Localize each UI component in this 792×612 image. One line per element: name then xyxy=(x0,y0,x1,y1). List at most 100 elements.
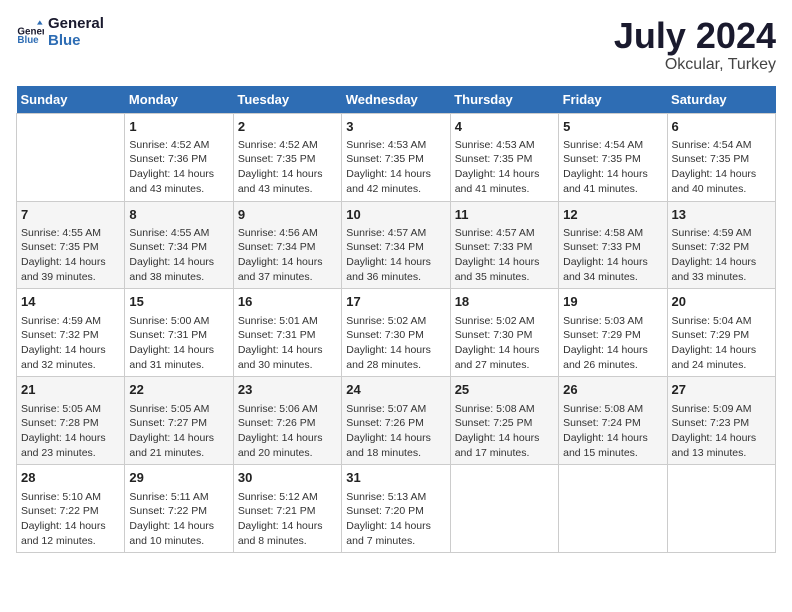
day-info: Sunrise: 5:07 AM Sunset: 7:26 PM Dayligh… xyxy=(346,402,445,461)
day-info: Sunrise: 5:08 AM Sunset: 7:25 PM Dayligh… xyxy=(455,402,554,461)
day-cell xyxy=(667,465,775,553)
day-number: 24 xyxy=(346,381,445,399)
day-cell: 17 Sunrise: 5:02 AM Sunset: 7:30 PM Dayli… xyxy=(342,289,450,377)
day-number: 27 xyxy=(672,381,771,399)
day-header-monday: Monday xyxy=(125,86,233,114)
day-cell: 13 Sunrise: 4:59 AM Sunset: 7:32 PM Dayli… xyxy=(667,201,775,289)
day-cell: 12 Sunrise: 4:58 AM Sunset: 7:33 PM Dayli… xyxy=(559,201,667,289)
header: General Blue General Blue July 2024 Okcu… xyxy=(16,16,776,74)
day-info: Sunrise: 4:52 AM Sunset: 7:35 PM Dayligh… xyxy=(238,138,337,197)
day-header-wednesday: Wednesday xyxy=(342,86,450,114)
day-cell: 4Sunrise: 4:53 AM Sunset: 7:35 PM Daylig… xyxy=(450,113,558,201)
day-number: 9 xyxy=(238,206,337,224)
day-info: Sunrise: 4:53 AM Sunset: 7:35 PM Dayligh… xyxy=(346,138,445,197)
week-row-4: 21 Sunrise: 5:05 AM Sunset: 7:28 PM Dayli… xyxy=(17,377,776,465)
day-number: 13 xyxy=(672,206,771,224)
day-header-thursday: Thursday xyxy=(450,86,558,114)
day-number: 18 xyxy=(455,293,554,311)
day-cell: 5Sunrise: 4:54 AM Sunset: 7:35 PM Daylig… xyxy=(559,113,667,201)
day-cell: 29Sunrise: 5:11 AM Sunset: 7:22 PM Dayli… xyxy=(125,465,233,553)
day-cell: 31Sunrise: 5:13 AM Sunset: 7:20 PM Dayli… xyxy=(342,465,450,553)
day-cell xyxy=(450,465,558,553)
day-info: Sunrise: 4:57 AM Sunset: 7:34 PM Dayligh… xyxy=(346,226,445,285)
day-cell: 25Sunrise: 5:08 AM Sunset: 7:25 PM Dayli… xyxy=(450,377,558,465)
day-cell: 23 Sunrise: 5:06 AM Sunset: 7:26 PM Dayli… xyxy=(233,377,341,465)
day-info: Sunrise: 5:02 AM Sunset: 7:30 PM Dayligh… xyxy=(346,314,445,373)
day-number: 16 xyxy=(238,293,337,311)
day-number: 11 xyxy=(455,206,554,224)
day-info: Sunrise: 5:05 AM Sunset: 7:28 PM Dayligh… xyxy=(21,402,120,461)
day-number: 2 xyxy=(238,118,337,136)
day-number: 31 xyxy=(346,469,445,487)
day-cell: 3 Sunrise: 4:53 AM Sunset: 7:35 PM Daylig… xyxy=(342,113,450,201)
day-info: Sunrise: 4:53 AM Sunset: 7:35 PM Dayligh… xyxy=(455,138,554,197)
day-info: Sunrise: 4:59 AM Sunset: 7:32 PM Dayligh… xyxy=(672,226,771,285)
day-cell: 27 Sunrise: 5:09 AM Sunset: 7:23 PM Dayli… xyxy=(667,377,775,465)
week-row-2: 7 Sunrise: 4:55 AM Sunset: 7:35 PM Daylig… xyxy=(17,201,776,289)
day-number: 14 xyxy=(21,293,120,311)
day-info: Sunrise: 5:10 AM Sunset: 7:22 PM Dayligh… xyxy=(21,490,120,549)
day-header-saturday: Saturday xyxy=(667,86,775,114)
day-number: 23 xyxy=(238,381,337,399)
calendar-table: SundayMondayTuesdayWednesdayThursdayFrid… xyxy=(16,86,776,554)
day-info: Sunrise: 5:05 AM Sunset: 7:27 PM Dayligh… xyxy=(129,402,228,461)
day-cell: 14 Sunrise: 4:59 AM Sunset: 7:32 PM Dayli… xyxy=(17,289,125,377)
day-info: Sunrise: 5:04 AM Sunset: 7:29 PM Dayligh… xyxy=(672,314,771,373)
day-number: 17 xyxy=(346,293,445,311)
day-info: Sunrise: 5:06 AM Sunset: 7:26 PM Dayligh… xyxy=(238,402,337,461)
day-info: Sunrise: 4:54 AM Sunset: 7:35 PM Dayligh… xyxy=(672,138,771,197)
title-area: July 2024 Okcular, Turkey xyxy=(614,16,776,74)
day-info: Sunrise: 4:58 AM Sunset: 7:33 PM Dayligh… xyxy=(563,226,662,285)
day-number: 10 xyxy=(346,206,445,224)
day-info: Sunrise: 5:01 AM Sunset: 7:31 PM Dayligh… xyxy=(238,314,337,373)
day-info: Sunrise: 4:55 AM Sunset: 7:34 PM Dayligh… xyxy=(129,226,228,285)
day-info: Sunrise: 4:55 AM Sunset: 7:35 PM Dayligh… xyxy=(21,226,120,285)
day-info: Sunrise: 5:00 AM Sunset: 7:31 PM Dayligh… xyxy=(129,314,228,373)
day-number: 7 xyxy=(21,206,120,224)
day-number: 21 xyxy=(21,381,120,399)
day-info: Sunrise: 5:11 AM Sunset: 7:22 PM Dayligh… xyxy=(129,490,228,549)
day-info: Sunrise: 5:08 AM Sunset: 7:24 PM Dayligh… xyxy=(563,402,662,461)
day-cell: 6 Sunrise: 4:54 AM Sunset: 7:35 PM Daylig… xyxy=(667,113,775,201)
day-info: Sunrise: 5:12 AM Sunset: 7:21 PM Dayligh… xyxy=(238,490,337,549)
logo-icon: General Blue xyxy=(16,19,44,47)
calendar-body: 1Sunrise: 4:52 AM Sunset: 7:36 PM Daylig… xyxy=(17,113,776,553)
day-number: 15 xyxy=(129,293,228,311)
calendar-header-row: SundayMondayTuesdayWednesdayThursdayFrid… xyxy=(17,86,776,114)
day-info: Sunrise: 4:52 AM Sunset: 7:36 PM Dayligh… xyxy=(129,138,228,197)
day-number: 20 xyxy=(672,293,771,311)
day-info: Sunrise: 5:03 AM Sunset: 7:29 PM Dayligh… xyxy=(563,314,662,373)
day-number: 26 xyxy=(563,381,662,399)
day-cell: 21 Sunrise: 5:05 AM Sunset: 7:28 PM Dayli… xyxy=(17,377,125,465)
day-cell: 22 Sunrise: 5:05 AM Sunset: 7:27 PM Dayli… xyxy=(125,377,233,465)
day-header-tuesday: Tuesday xyxy=(233,86,341,114)
day-info: Sunrise: 4:59 AM Sunset: 7:32 PM Dayligh… xyxy=(21,314,120,373)
day-header-sunday: Sunday xyxy=(17,86,125,114)
week-row-1: 1Sunrise: 4:52 AM Sunset: 7:36 PM Daylig… xyxy=(17,113,776,201)
day-cell: 7 Sunrise: 4:55 AM Sunset: 7:35 PM Daylig… xyxy=(17,201,125,289)
week-row-3: 14 Sunrise: 4:59 AM Sunset: 7:32 PM Dayli… xyxy=(17,289,776,377)
day-cell: 28 Sunrise: 5:10 AM Sunset: 7:22 PM Dayli… xyxy=(17,465,125,553)
day-number: 12 xyxy=(563,206,662,224)
day-cell xyxy=(559,465,667,553)
day-number: 19 xyxy=(563,293,662,311)
day-info: Sunrise: 5:02 AM Sunset: 7:30 PM Dayligh… xyxy=(455,314,554,373)
day-cell: 1Sunrise: 4:52 AM Sunset: 7:36 PM Daylig… xyxy=(125,113,233,201)
day-number: 28 xyxy=(21,469,120,487)
day-cell: 20 Sunrise: 5:04 AM Sunset: 7:29 PM Dayli… xyxy=(667,289,775,377)
day-cell: 15 Sunrise: 5:00 AM Sunset: 7:31 PM Dayli… xyxy=(125,289,233,377)
logo: General Blue General Blue xyxy=(16,16,104,49)
day-header-friday: Friday xyxy=(559,86,667,114)
svg-text:Blue: Blue xyxy=(17,34,39,45)
day-number: 6 xyxy=(672,118,771,136)
day-number: 8 xyxy=(129,206,228,224)
day-number: 3 xyxy=(346,118,445,136)
day-number: 22 xyxy=(129,381,228,399)
day-info: Sunrise: 5:09 AM Sunset: 7:23 PM Dayligh… xyxy=(672,402,771,461)
day-cell xyxy=(17,113,125,201)
day-cell: 24 Sunrise: 5:07 AM Sunset: 7:26 PM Dayli… xyxy=(342,377,450,465)
day-cell: 8 Sunrise: 4:55 AM Sunset: 7:34 PM Daylig… xyxy=(125,201,233,289)
day-info: Sunrise: 4:57 AM Sunset: 7:33 PM Dayligh… xyxy=(455,226,554,285)
day-cell: 9Sunrise: 4:56 AM Sunset: 7:34 PM Daylig… xyxy=(233,201,341,289)
day-cell: 10 Sunrise: 4:57 AM Sunset: 7:34 PM Dayli… xyxy=(342,201,450,289)
